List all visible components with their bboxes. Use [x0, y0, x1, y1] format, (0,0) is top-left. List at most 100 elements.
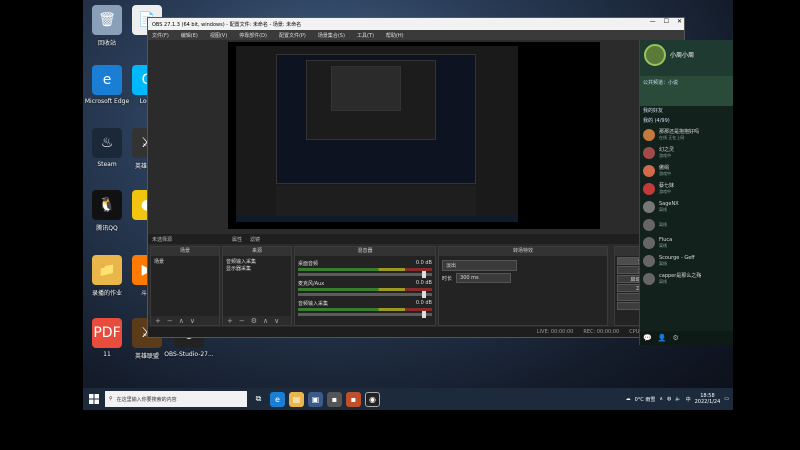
transition-select[interactable]: 淡出: [442, 260, 517, 271]
menu-item-scene-collection[interactable]: 场景集合(S): [318, 32, 345, 39]
volume-slider[interactable]: [298, 271, 432, 278]
friend-status: 离线: [659, 261, 667, 266]
friend-text: capper是那么之殇 离线: [659, 273, 701, 285]
menu-item-profile[interactable]: 配置文件(P): [279, 32, 306, 39]
friend-item[interactable]: 傲绢 游戏中: [640, 162, 733, 180]
app-icon[interactable]: ▪: [327, 391, 342, 407]
filters-button[interactable]: 滤镜: [250, 236, 260, 243]
app-icon: PDF: [92, 318, 122, 348]
transitions-dock: 转场特效 淡出 时长 300 ms: [438, 246, 608, 326]
mixer-db: 0.0 dB: [415, 300, 432, 306]
obs-window[interactable]: OBS 27.1.3 (64 bit, windows) - 配置文件: 未命名…: [147, 17, 686, 338]
close-icon[interactable]: ✕: [677, 18, 682, 25]
friend-item[interactable]: Fluca 离线: [640, 234, 733, 252]
friend-status: 游戏中: [659, 171, 671, 176]
add-icon[interactable]: +: [227, 317, 233, 325]
source-toolbar: 未选择源 属性 滤镜: [148, 234, 686, 244]
up-icon[interactable]: ∧: [263, 317, 268, 325]
app-icon[interactable]: ▪: [346, 391, 361, 407]
qq-notice[interactable]: 公共频道：小说: [640, 76, 733, 106]
desktop: 🗑 回收站 e Microsoft Edge ♨ Steam 🐧 腾讯QQ 📁 录播的作业 PDF 1…: [83, 0, 733, 410]
friend-item[interactable]: SageNX 离线: [640, 198, 733, 216]
volume-slider[interactable]: [298, 311, 432, 318]
friend-text: 蔡七妹 游戏中: [659, 183, 674, 195]
app-icon: 🗑: [92, 5, 122, 35]
qq-bottom-bar: 💬 👤 ⚙: [640, 331, 733, 345]
mixer-row: 麦克风/Aux 0.0 dB: [298, 280, 432, 298]
clock[interactable]: 18:58 2022/1/24: [695, 393, 721, 405]
menu-item-docks[interactable]: 停靠部件(D): [239, 32, 267, 39]
minimize-icon[interactable]: —: [650, 18, 656, 25]
mixer-db: 0.0 dB: [415, 260, 432, 266]
chevron-up-icon[interactable]: ∧: [659, 396, 663, 402]
friend-item[interactable]: capper是那么之殇 离线: [640, 270, 733, 288]
weather-icon[interactable]: ☁: [626, 396, 631, 402]
mixer-row: 桌面音频 0.0 dB: [298, 260, 432, 278]
source-item[interactable]: 音频输入采集: [226, 258, 288, 265]
contacts-icon[interactable]: 👤: [658, 334, 667, 342]
file-explorer-icon[interactable]: ▤: [289, 391, 304, 407]
app-icon: 📁: [92, 255, 122, 285]
store-icon[interactable]: ▣: [308, 391, 323, 407]
preview-capture: [236, 46, 518, 222]
friend-item[interactable]: Scourge - Geff 离线: [640, 252, 733, 270]
settings-icon[interactable]: ⚙: [672, 334, 678, 342]
maximize-icon[interactable]: ☐: [664, 18, 669, 25]
volume-icon[interactable]: 🔈: [675, 396, 681, 402]
rec-time: REC: 00:00:00: [583, 329, 620, 335]
remove-icon[interactable]: −: [239, 317, 245, 325]
friend-item[interactable]: 那那还是抱抱好吗 在线 正在上网: [640, 126, 733, 144]
qq-nickname: 小周小周: [670, 52, 695, 59]
down-icon[interactable]: ∨: [274, 317, 279, 325]
obs-taskbar-icon[interactable]: ◉: [365, 391, 380, 407]
mixer-row: 音频输入采集 0.0 dB: [298, 300, 432, 318]
notification-icon[interactable]: ▭: [724, 396, 729, 402]
friends-section-title: 我的好友: [643, 108, 664, 114]
friend-status: 离线: [659, 279, 667, 284]
down-icon[interactable]: ∨: [190, 317, 195, 325]
menu-item-edit[interactable]: 编辑(E): [181, 32, 198, 39]
friend-text: SageNX 离线: [659, 201, 679, 213]
menu-item-view[interactable]: 视图(V): [210, 32, 227, 39]
volume-meter: [298, 288, 432, 291]
avatar: [643, 219, 655, 231]
task-view-icon[interactable]: ⧉: [251, 392, 266, 407]
taskbar-search[interactable]: ⚲ 在这里输入你要搜索的内容: [105, 391, 247, 407]
mixer-dock-title: 混音器: [295, 247, 435, 256]
notice-text: 公共频道：小说: [643, 80, 679, 86]
obs-preview[interactable]: [228, 42, 600, 229]
scene-item[interactable]: 场景: [154, 258, 216, 265]
friend-text: Scourge - Geff 离线: [659, 255, 695, 267]
properties-button[interactable]: 属性: [232, 236, 242, 243]
menu-item-tools[interactable]: 工具(T): [357, 32, 374, 39]
friend-item[interactable]: 蔡七妹 游戏中: [640, 180, 733, 198]
network-icon[interactable]: ◍: [667, 396, 671, 402]
taskbar: ⚲ 在这里输入你要搜索的内容 ⧉ e ▤ ▣ ▪ ▪ ◉ ☁ 0°C 雨雪 ∧ …: [83, 388, 733, 410]
friend-item[interactable]: 离线: [640, 216, 733, 234]
friend-status: 游戏中: [659, 153, 671, 158]
app-icon: ♨: [92, 128, 122, 158]
weather-text[interactable]: 0°C 雨雪: [635, 396, 656, 403]
menu-item-help[interactable]: 帮助(H): [386, 32, 404, 39]
add-icon[interactable]: +: [155, 317, 161, 325]
up-icon[interactable]: ∧: [179, 317, 184, 325]
gear-icon[interactable]: ⚙: [251, 317, 257, 325]
mixer-source-name: 音频输入采集: [298, 301, 329, 307]
avatar[interactable]: [644, 44, 666, 66]
remove-icon[interactable]: −: [167, 317, 173, 325]
friend-group[interactable]: 我的 (4/99): [640, 116, 733, 126]
friend-item[interactable]: 幻之灵 游戏中: [640, 144, 733, 162]
nested-dock-area: [276, 186, 476, 216]
menu-item-file[interactable]: 文件(F): [152, 32, 169, 39]
chat-icon[interactable]: 💬: [643, 334, 652, 342]
clock-date: 2022/1/24: [694, 399, 721, 405]
search-input[interactable]: 在这里输入你要搜索的内容: [117, 396, 177, 403]
ime-icon[interactable]: 中: [686, 396, 691, 403]
volume-slider[interactable]: [298, 291, 432, 298]
duration-input[interactable]: 300 ms: [456, 273, 512, 283]
windows-start-button[interactable]: [83, 388, 105, 410]
source-item[interactable]: 显示器采集: [226, 265, 288, 272]
edge-icon[interactable]: e: [270, 391, 285, 407]
obs-title-bar[interactable]: OBS 27.1.3 (64 bit, windows) - 配置文件: 未命名…: [148, 18, 684, 30]
obs-status-bar: LIVE: 00:00:00 REC: 00:00:00 CPU: 3.0%, …: [148, 327, 686, 337]
